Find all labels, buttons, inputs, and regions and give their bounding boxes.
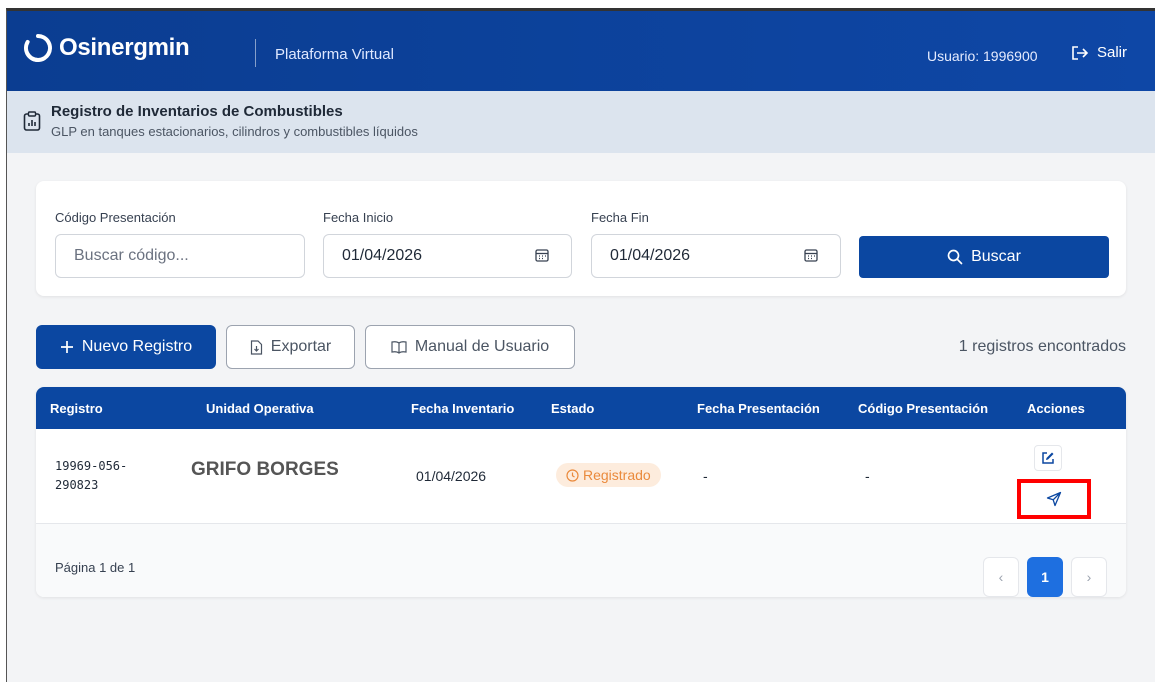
start-date-label: Fecha Inicio xyxy=(323,210,394,225)
code-placeholder: Buscar código... xyxy=(74,247,189,264)
plus-icon xyxy=(60,341,73,353)
column-header-fecha-inventario: Fecha Inventario xyxy=(411,401,515,416)
new-record-label: Nuevo Registro xyxy=(81,338,193,355)
table-header: Registro Unidad Operativa Fecha Inventar… xyxy=(36,387,1126,429)
column-header-registro: Registro xyxy=(50,401,103,416)
start-date-input[interactable]: 01/04/2026 xyxy=(323,234,572,278)
table-footer: Página 1 de 1 ‹ 1 › xyxy=(36,524,1126,597)
status-label: Registrado xyxy=(583,467,651,483)
end-date-value: 01/04/2026 xyxy=(610,247,691,264)
page-description: GLP en tanques estacionarios, cilindros … xyxy=(51,124,418,139)
clipboard-chart-icon xyxy=(23,111,41,131)
records-table: Registro Unidad Operativa Fecha Inventar… xyxy=(36,387,1126,597)
record-count: 1 registros encontrados xyxy=(958,338,1126,355)
cell-fecha-presentacion: - xyxy=(703,468,708,484)
header-divider xyxy=(255,39,256,67)
end-date-label: Fecha Fin xyxy=(591,210,649,225)
prev-page-button[interactable]: ‹ xyxy=(983,557,1019,597)
app-frame: Osinergmin Plataforma Virtual Usuario: 1… xyxy=(6,8,1155,682)
user-manual-label: Manual de Usuario xyxy=(414,338,550,355)
page-subheader xyxy=(7,91,1155,153)
file-export-icon xyxy=(250,339,262,355)
edit-icon xyxy=(1042,452,1054,464)
code-search-input[interactable]: Buscar código... xyxy=(55,234,305,278)
clock-icon xyxy=(566,468,579,482)
book-icon xyxy=(391,341,407,354)
logout-button[interactable]: Salir xyxy=(1071,44,1127,61)
export-label: Exportar xyxy=(270,338,332,355)
cell-fecha-inventario: 01/04/2026 xyxy=(416,468,487,484)
brand-logo[interactable]: Osinergmin xyxy=(23,33,190,63)
search-icon xyxy=(947,249,963,265)
search-button[interactable]: Buscar xyxy=(859,236,1109,278)
column-header-codigo-presentacion: Código Presentación xyxy=(858,401,989,416)
platform-name: Plataforma Virtual xyxy=(275,46,394,63)
start-date-value: 01/04/2026 xyxy=(342,247,423,264)
page-1-button[interactable]: 1 xyxy=(1027,557,1063,597)
cell-codigo-presentacion: - xyxy=(865,468,870,484)
page-title: Registro de Inventarios de Combustibles xyxy=(51,103,343,120)
export-button[interactable]: Exportar xyxy=(226,325,355,369)
table-row[interactable]: 19969-056- 290823 GRIFO BORGES 01/04/202… xyxy=(36,429,1126,524)
logout-icon xyxy=(1072,45,1089,60)
search-button-label: Buscar xyxy=(971,248,1021,265)
edit-button[interactable] xyxy=(1034,445,1062,471)
user-manual-button[interactable]: Manual de Usuario xyxy=(365,325,575,369)
column-header-unidad: Unidad Operativa xyxy=(206,401,314,416)
column-header-acciones: Acciones xyxy=(1027,401,1085,416)
end-date-input[interactable]: 01/04/2026 xyxy=(591,234,841,278)
brand-name: Osinergmin xyxy=(59,34,190,61)
pagination-info: Página 1 de 1 xyxy=(55,560,136,575)
registro-line-2: 290823 xyxy=(55,478,99,492)
send-icon xyxy=(1046,491,1062,507)
column-header-fecha-presentacion: Fecha Presentación xyxy=(697,401,820,416)
osinergmin-logo-icon xyxy=(24,34,52,62)
column-header-estado: Estado xyxy=(551,401,595,416)
cell-unidad-operativa: GRIFO BORGES xyxy=(191,459,339,480)
registro-line-1: 19969-056- xyxy=(55,459,128,473)
top-header: Osinergmin Plataforma Virtual Usuario: 1… xyxy=(7,11,1155,91)
next-page-button[interactable]: › xyxy=(1071,557,1107,597)
filter-panel: Código Presentación Buscar código... Fec… xyxy=(36,181,1126,296)
calendar-icon[interactable] xyxy=(804,248,818,262)
code-label: Código Presentación xyxy=(55,210,176,225)
calendar-icon[interactable] xyxy=(535,248,549,262)
send-button[interactable] xyxy=(1017,479,1091,519)
status-badge: Registrado xyxy=(556,463,661,487)
new-record-button[interactable]: Nuevo Registro xyxy=(36,325,216,369)
logout-label: Salir xyxy=(1097,44,1128,61)
user-id: Usuario: 1996900 xyxy=(927,48,1038,64)
cell-registro: 19969-056- 290823 xyxy=(55,457,127,495)
